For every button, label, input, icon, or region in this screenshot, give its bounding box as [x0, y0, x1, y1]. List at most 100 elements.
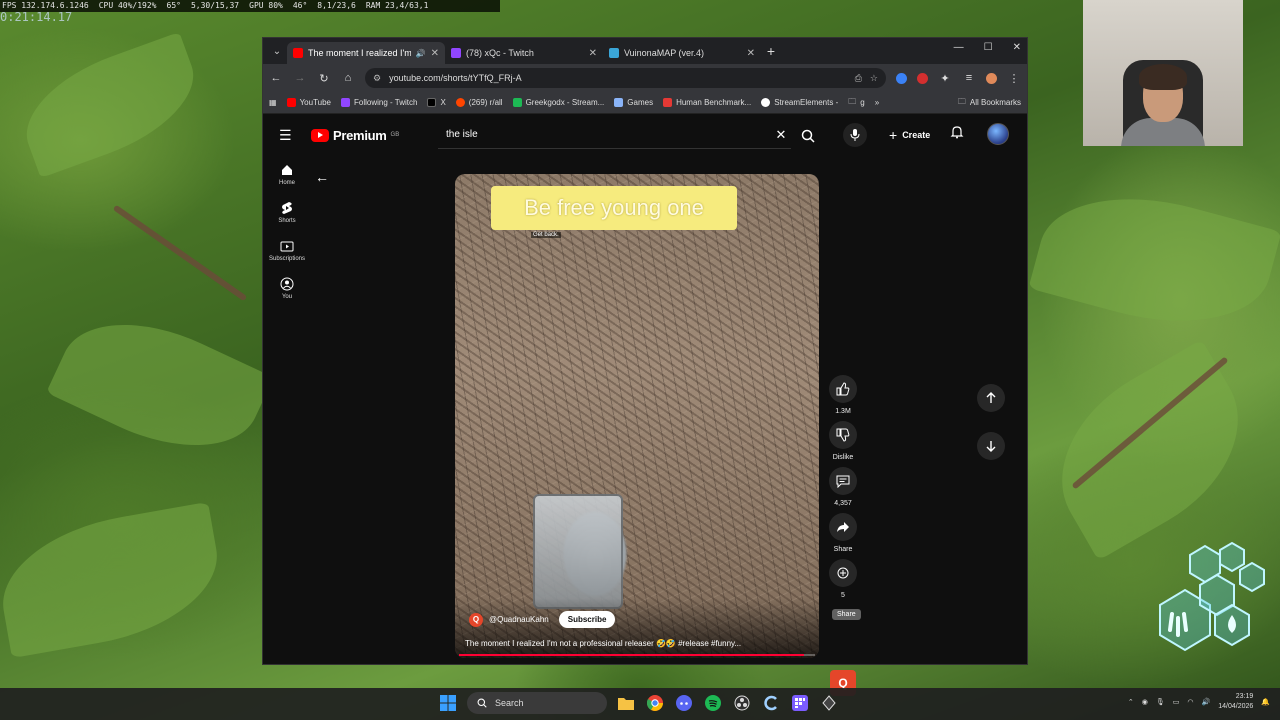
bookmarks-bar: ▦ YouTube Following - Twitch X (269) r/a… — [263, 92, 1027, 114]
next-short-button[interactable] — [977, 432, 1005, 460]
extension-icon[interactable] — [917, 72, 928, 84]
minimize-icon[interactable]: — — [954, 42, 964, 53]
discord-icon[interactable] — [674, 693, 694, 713]
sidebar-item-you[interactable]: You — [263, 277, 311, 300]
subscriptions-icon — [280, 241, 294, 252]
games-icon — [614, 98, 624, 107]
tab-twitch[interactable]: (78) xQc - Twitch ✕ — [445, 42, 603, 64]
obs-icon[interactable] — [732, 693, 752, 713]
tray-chevron-icon[interactable]: ⌃ — [1128, 698, 1134, 706]
leaf — [1028, 339, 1272, 561]
bookmark-human-benchmark[interactable]: Human Benchmark... — [663, 98, 751, 107]
browser-menu-icon[interactable]: ⋮ — [1007, 72, 1021, 85]
channel-handle[interactable]: @QuadnauKahn — [489, 615, 549, 624]
bookmark-greekgodx[interactable]: Greekgodx - Stream... — [512, 98, 604, 107]
network-icon[interactable]: ▭ — [1173, 698, 1180, 706]
short-title[interactable]: The moment I realized I'm not a professi… — [465, 639, 805, 648]
tab-title: VuinonaMAP (ver.4) — [624, 48, 705, 58]
clear-search-icon[interactable]: ✕ — [771, 127, 791, 143]
youtube-sidebar: Home Shorts Subscriptions You — [263, 163, 311, 315]
sidebar-item-home[interactable]: Home — [263, 163, 311, 186]
taskbar-search[interactable]: Search — [467, 692, 607, 714]
close-tab-icon[interactable]: ✕ — [747, 48, 755, 59]
address-bar[interactable]: ⚙ youtube.com/shorts/tYTfQ_FRj-A ⎙ ☆ — [365, 68, 886, 88]
short-video[interactable]: Be free young one Get back. Q @QuadnauKa… — [455, 174, 819, 658]
tray-app-icon[interactable]: ◉ — [1142, 698, 1148, 706]
bookmark-x[interactable]: X — [427, 98, 446, 107]
bookmark-twitch[interactable]: Following - Twitch — [341, 98, 417, 107]
remix-button[interactable] — [829, 559, 857, 587]
search-button[interactable] — [795, 123, 821, 149]
notifications-button[interactable] — [950, 125, 964, 144]
reload-icon[interactable]: ↻ — [317, 72, 331, 85]
chrome-icon[interactable] — [645, 693, 665, 713]
bookmark-games[interactable]: Games — [614, 98, 653, 107]
video-progress[interactable] — [459, 654, 815, 656]
streamelements-icon — [761, 98, 771, 107]
dislike-button[interactable] — [829, 421, 857, 449]
wifi-icon[interactable]: ◠ — [1187, 698, 1193, 706]
game-icon[interactable] — [819, 693, 839, 713]
create-button[interactable]: + Create — [881, 123, 938, 147]
tab-search-icon[interactable]: ⌄ — [267, 41, 287, 61]
app-c-icon[interactable] — [761, 693, 781, 713]
share-icon — [837, 522, 849, 532]
close-tab-icon[interactable]: ✕ — [589, 48, 597, 59]
sidebar-item-shorts[interactable]: Shorts — [263, 201, 311, 224]
sidebar-item-label: Subscriptions — [268, 256, 306, 262]
menu-icon[interactable]: ☰ — [279, 127, 295, 144]
volume-icon[interactable]: 🔊 — [1202, 698, 1211, 706]
subscribe-button[interactable]: Subscribe — [558, 611, 616, 628]
previous-short-button[interactable] — [977, 384, 1005, 412]
channel-avatar[interactable]: Q — [469, 612, 483, 627]
taskbar-clock[interactable]: 23:19 14/04/2026 — [1218, 692, 1253, 712]
youtube-header: ☰ Premium GB the isle ✕ + Create — [263, 115, 1027, 155]
tab-map[interactable]: VuinonaMAP (ver.4) ✕ — [603, 42, 761, 64]
bookmark-youtube[interactable]: YouTube — [286, 98, 331, 107]
new-tab-button[interactable]: + — [761, 43, 781, 59]
leaf — [10, 31, 210, 179]
ram-readout: RAM 23,4/63,1 — [365, 1, 429, 10]
site-info-icon[interactable]: ⚙ — [373, 73, 381, 84]
bookmark-streamelements[interactable]: StreamElements - — [761, 98, 838, 107]
comments-action: 4,357 — [829, 467, 857, 507]
start-button[interactable] — [438, 693, 458, 713]
youtube-logo[interactable]: Premium GB — [311, 128, 399, 143]
media-queue-icon[interactable]: ≡ — [962, 72, 976, 84]
bookmark-reddit[interactable]: (269) r/all — [455, 98, 503, 107]
voice-search-button[interactable] — [843, 123, 867, 147]
bookmark-folder-g[interactable]: 🗀 g — [848, 96, 864, 110]
bookmark-label: g — [860, 98, 865, 107]
more-bookmarks-icon[interactable]: » — [875, 98, 879, 107]
notification-bell-icon[interactable]: 🔔 — [1261, 698, 1270, 706]
spotify-icon[interactable] — [703, 693, 723, 713]
url-text: youtube.com/shorts/tYTfQ_FRj-A — [389, 73, 522, 83]
star-icon[interactable]: ☆ — [870, 73, 878, 84]
maximize-icon[interactable]: ☐ — [984, 42, 993, 53]
video-progress-fill — [459, 654, 805, 656]
file-explorer-icon[interactable] — [616, 693, 636, 713]
comments-button[interactable] — [829, 467, 857, 495]
account-avatar[interactable] — [987, 123, 1009, 145]
forward-icon[interactable]: → — [293, 72, 307, 84]
close-window-icon[interactable]: ✕ — [1013, 42, 1021, 53]
search-input[interactable]: the isle ✕ — [438, 121, 791, 149]
app-grid-icon[interactable] — [790, 693, 810, 713]
tray-mic-icon[interactable]: 🎙 — [1156, 698, 1165, 706]
all-bookmarks[interactable]: 🗀 All Bookmarks — [958, 96, 1021, 110]
extension-icon[interactable] — [896, 72, 907, 84]
close-tab-icon[interactable]: ✕ — [431, 48, 439, 59]
like-button[interactable] — [829, 375, 857, 403]
back-icon[interactable]: ← — [269, 72, 283, 84]
share-button[interactable] — [829, 513, 857, 541]
install-icon[interactable]: ⎙ — [855, 73, 862, 84]
tab-youtube-short[interactable]: The moment I realized I'm n 🔊 ✕ — [287, 42, 445, 64]
extensions-puzzle-icon[interactable]: ✦ — [938, 72, 952, 85]
sidebar-item-subscriptions[interactable]: Subscriptions — [263, 239, 311, 262]
apps-grid-icon[interactable]: ▦ — [269, 98, 277, 107]
plus-icon: + — [889, 127, 898, 143]
speaker-icon[interactable]: 🔊 — [416, 49, 426, 58]
home-icon[interactable]: ⌂ — [341, 72, 355, 84]
back-arrow-icon[interactable]: ← — [315, 169, 329, 185]
profile-icon[interactable] — [986, 72, 997, 84]
